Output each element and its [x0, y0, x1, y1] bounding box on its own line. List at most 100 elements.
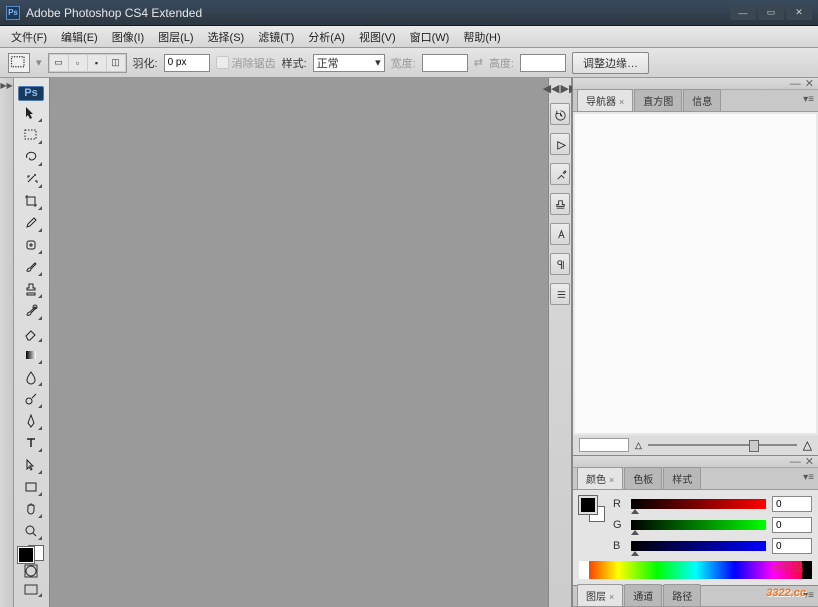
- type-tool[interactable]: [18, 432, 44, 454]
- app-title: Adobe Photoshop CS4 Extended: [26, 6, 730, 20]
- height-input: [520, 54, 566, 72]
- close-panel-icon[interactable]: ✕: [805, 77, 814, 90]
- move-tool[interactable]: [18, 102, 44, 124]
- channel-input-B[interactable]: [772, 538, 812, 554]
- canvas-area[interactable]: [50, 78, 548, 607]
- close-panel-icon[interactable]: ✕: [805, 455, 814, 468]
- feather-label: 羽化:: [133, 55, 158, 71]
- screenmode-icon[interactable]: [18, 581, 44, 599]
- menu-7[interactable]: 视图(V): [352, 26, 403, 48]
- history-dock-icon[interactable]: [550, 103, 570, 125]
- blur-tool[interactable]: [18, 366, 44, 388]
- width-label: 宽度:: [391, 55, 416, 71]
- hand-tool[interactable]: [18, 498, 44, 520]
- tab-色板[interactable]: 色板: [624, 467, 662, 489]
- history-brush-tool[interactable]: [18, 300, 44, 322]
- close-button[interactable]: ✕: [786, 6, 812, 20]
- active-tool-icon[interactable]: [8, 53, 30, 73]
- zoom-slider[interactable]: [648, 444, 797, 446]
- spectrum-ramp[interactable]: [579, 561, 812, 579]
- tab-通道[interactable]: 通道: [624, 584, 662, 606]
- mode-intersect-icon[interactable]: ◫: [107, 55, 125, 71]
- tab-样式[interactable]: 样式: [663, 467, 701, 489]
- channel-label: B: [613, 540, 625, 552]
- minimize-panel-icon[interactable]: —: [790, 78, 801, 90]
- panel-menu-icon[interactable]: ▾≡: [803, 472, 814, 483]
- zoom-tool[interactable]: [18, 520, 44, 542]
- selection-mode-group[interactable]: ▭ ▫ ▪ ◫: [48, 53, 127, 73]
- style-label: 样式:: [282, 55, 307, 71]
- actions-dock-icon[interactable]: [550, 133, 570, 155]
- zoom-input[interactable]: [579, 438, 629, 452]
- menu-3[interactable]: 图层(L): [151, 26, 200, 48]
- heal-tool[interactable]: [18, 234, 44, 256]
- dodge-tool[interactable]: [18, 388, 44, 410]
- zoom-out-icon[interactable]: △: [635, 440, 642, 451]
- color-panel: RGB: [573, 490, 818, 585]
- character-dock-icon[interactable]: [550, 223, 570, 245]
- wand-tool[interactable]: [18, 168, 44, 190]
- options-bar: ▾ ▭ ▫ ▪ ◫ 羽化: 消除锯齿 样式: 正常▾ 宽度: ⇄ 高度: 调整边…: [0, 48, 818, 78]
- path-select-tool[interactable]: [18, 454, 44, 476]
- mode-add-icon[interactable]: ▫: [69, 55, 87, 71]
- color-swatch[interactable]: [18, 547, 44, 561]
- menu-8[interactable]: 窗口(W): [403, 26, 457, 48]
- tab-直方图[interactable]: 直方图: [634, 89, 682, 111]
- crop-tool[interactable]: [18, 190, 44, 212]
- minimize-panel-icon[interactable]: —: [790, 456, 801, 468]
- navigator-preview[interactable]: [575, 114, 816, 433]
- shape-tool[interactable]: [18, 476, 44, 498]
- tab-信息[interactable]: 信息: [683, 89, 721, 111]
- eraser-tool[interactable]: [18, 322, 44, 344]
- menu-5[interactable]: 滤镜(T): [251, 26, 301, 48]
- panel-menu-icon[interactable]: ▾≡: [803, 590, 814, 601]
- maximize-button[interactable]: ▭: [758, 6, 784, 20]
- brushes-dock-icon[interactable]: [550, 163, 570, 185]
- mode-new-icon[interactable]: ▭: [50, 55, 68, 71]
- menu-1[interactable]: 编辑(E): [54, 26, 105, 48]
- channel-label: R: [613, 498, 625, 510]
- brush-tool[interactable]: [18, 256, 44, 278]
- channel-slider-G[interactable]: [631, 520, 766, 530]
- channel-slider-B[interactable]: [631, 541, 766, 551]
- marquee-tool[interactable]: [18, 124, 44, 146]
- tab-路径[interactable]: 路径: [663, 584, 701, 606]
- menu-2[interactable]: 图像(I): [105, 26, 151, 48]
- layers-tabs: 图层×通道路径 ▾≡: [573, 585, 818, 607]
- lasso-tool[interactable]: [18, 146, 44, 168]
- tab-颜色[interactable]: 颜色×: [577, 467, 623, 489]
- channel-label: G: [613, 519, 625, 531]
- channel-input-G[interactable]: [772, 517, 812, 533]
- menu-6[interactable]: 分析(A): [301, 26, 352, 48]
- titlebar: Ps Adobe Photoshop CS4 Extended — ▭ ✕: [0, 0, 818, 26]
- paragraph-dock-icon[interactable]: [550, 253, 570, 275]
- refine-edge-button[interactable]: 调整边缘…: [572, 52, 649, 74]
- swap-icon: ⇄: [474, 56, 483, 69]
- ps-logo-icon[interactable]: Ps: [18, 86, 44, 101]
- tab-导航器[interactable]: 导航器×: [577, 89, 633, 111]
- feather-input[interactable]: [164, 54, 210, 72]
- channel-slider-R[interactable]: [631, 499, 766, 509]
- panel-menu-icon[interactable]: ▾≡: [803, 94, 814, 105]
- eyedrop-tool[interactable]: [18, 212, 44, 234]
- left-collapse-bar[interactable]: ▶▶: [0, 78, 14, 607]
- channel-input-R[interactable]: [772, 496, 812, 512]
- menu-4[interactable]: 选择(S): [201, 26, 252, 48]
- menu-9[interactable]: 帮助(H): [456, 26, 507, 48]
- stamp-tool[interactable]: [18, 278, 44, 300]
- foreground-color[interactable]: [18, 547, 34, 563]
- collapse-left-icon[interactable]: ◀◀: [543, 82, 560, 95]
- list-dock-icon[interactable]: [550, 283, 570, 305]
- quickmask-icon[interactable]: [18, 562, 44, 580]
- pen-tool[interactable]: [18, 410, 44, 432]
- height-label: 高度:: [489, 55, 514, 71]
- clone-dock-icon[interactable]: [550, 193, 570, 215]
- tab-图层[interactable]: 图层×: [577, 584, 623, 606]
- color-picker-swatch[interactable]: [579, 496, 605, 522]
- minimize-button[interactable]: —: [730, 6, 756, 20]
- gradient-tool[interactable]: [18, 344, 44, 366]
- style-select[interactable]: 正常▾: [313, 54, 385, 72]
- menu-0[interactable]: 文件(F): [4, 26, 54, 48]
- mode-subtract-icon[interactable]: ▪: [88, 55, 106, 71]
- zoom-in-icon[interactable]: △: [803, 438, 812, 452]
